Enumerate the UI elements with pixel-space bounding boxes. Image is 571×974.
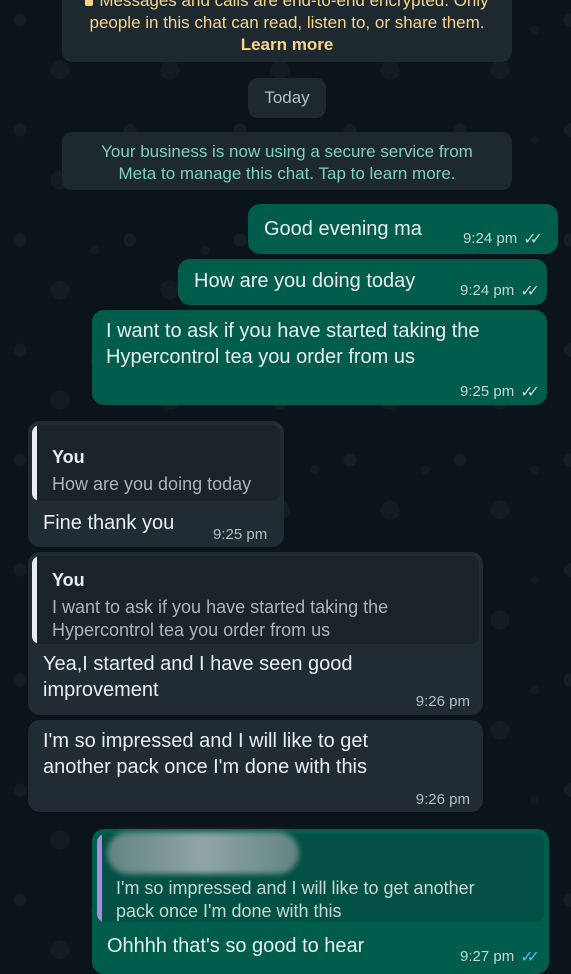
message-meta: 9:25 pm ✓✓ (459, 382, 540, 402)
message-text: I'm so impressed and I will like to get … (43, 728, 368, 780)
message-time: 9:26 pm (415, 693, 470, 710)
learn-more-link[interactable]: Learn more (62, 34, 512, 56)
double-check-icon: ✓✓ (523, 231, 543, 248)
message-time: 9:24 pm (459, 282, 515, 299)
lock-icon (85, 0, 94, 7)
quote-author: You (52, 447, 85, 467)
message-text-line: improvement (43, 679, 159, 701)
quote-text-line: I'm so impressed and I will like to get … (116, 878, 475, 898)
date-divider: Today (248, 78, 326, 118)
encryption-text-line2: people in this chat can read, listen to,… (89, 13, 485, 32)
business-notice-line1: Your business is now using a secure serv… (101, 142, 473, 161)
quote-text-line: Hypercontrol tea you order from us (52, 620, 331, 640)
message-text-line: Hypercontrol tea you order from us (106, 346, 416, 368)
quote-accent-bar (32, 425, 37, 501)
business-notice-line2: Meta to manage this chat. Tap to learn m… (118, 164, 456, 183)
message-meta: 9:27 pm ✓✓ (459, 947, 540, 967)
quote-accent-bar (32, 556, 37, 644)
quote-text: How are you doing today (52, 474, 252, 494)
message-text: Good evening ma (264, 218, 422, 240)
double-check-icon: ✓✓ (520, 283, 540, 300)
redacted-quote-author (107, 832, 299, 874)
message-time: 9:25 pm (213, 526, 268, 543)
quote-text-line: pack once I'm done with this (116, 901, 342, 921)
message-incoming[interactable]: I'm so impressed and I will like to get … (28, 720, 483, 812)
message-meta: 9:24 pm ✓✓ (462, 229, 543, 249)
message-text: Ohhhh that's so good to hear (107, 935, 365, 957)
quote-accent-bar (97, 834, 102, 922)
message-outgoing[interactable]: I want to ask if you have started taking… (92, 310, 547, 405)
business-notice[interactable]: Your business is now using a secure serv… (62, 132, 512, 190)
encryption-notice[interactable]: Messages and calls are end-to-end encryp… (62, 0, 512, 62)
message-text: I want to ask if you have started taking… (106, 318, 480, 370)
message-time: 9:26 pm (415, 791, 470, 808)
message-time: 9:27 pm (459, 948, 515, 965)
encryption-text-line1: Messages and calls are end-to-end encryp… (62, 0, 512, 12)
double-check-read-icon: ✓✓ (520, 949, 540, 966)
message-incoming[interactable]: You How are you doing today Fine thank y… (28, 421, 284, 547)
message-text-line: Yea,I started and I have seen good (43, 653, 353, 675)
message-text-line: I want to ask if you have started taking… (106, 320, 480, 342)
message-text: Yea,I started and I have seen good impro… (43, 651, 353, 703)
quoted-reply[interactable]: You I want to ask if you have started ta… (32, 556, 479, 644)
message-text: How are you doing today (194, 270, 416, 292)
quoted-reply[interactable]: You How are you doing today (32, 425, 280, 501)
quote-text: I'm so impressed and I will like to get … (116, 877, 475, 922)
message-text-line: another pack once I'm done with this (43, 756, 368, 778)
message-time: 9:24 pm (462, 230, 518, 247)
message-time: 9:25 pm (459, 383, 515, 400)
message-incoming[interactable]: You I want to ask if you have started ta… (28, 552, 483, 715)
message-meta: 9:24 pm ✓✓ (459, 281, 540, 301)
message-outgoing[interactable]: How are you doing today 9:24 pm ✓✓ (178, 259, 547, 305)
quote-text-line: I want to ask if you have started taking… (52, 597, 389, 617)
double-check-icon: ✓✓ (520, 384, 540, 401)
quote-author: You (52, 570, 85, 590)
message-text-line: I'm so impressed and I will like to get (43, 730, 369, 752)
quote-text: I want to ask if you have started taking… (52, 596, 388, 642)
message-text: Fine thank you (43, 512, 175, 534)
message-outgoing[interactable]: Good evening ma 9:24 pm ✓✓ (248, 204, 558, 254)
